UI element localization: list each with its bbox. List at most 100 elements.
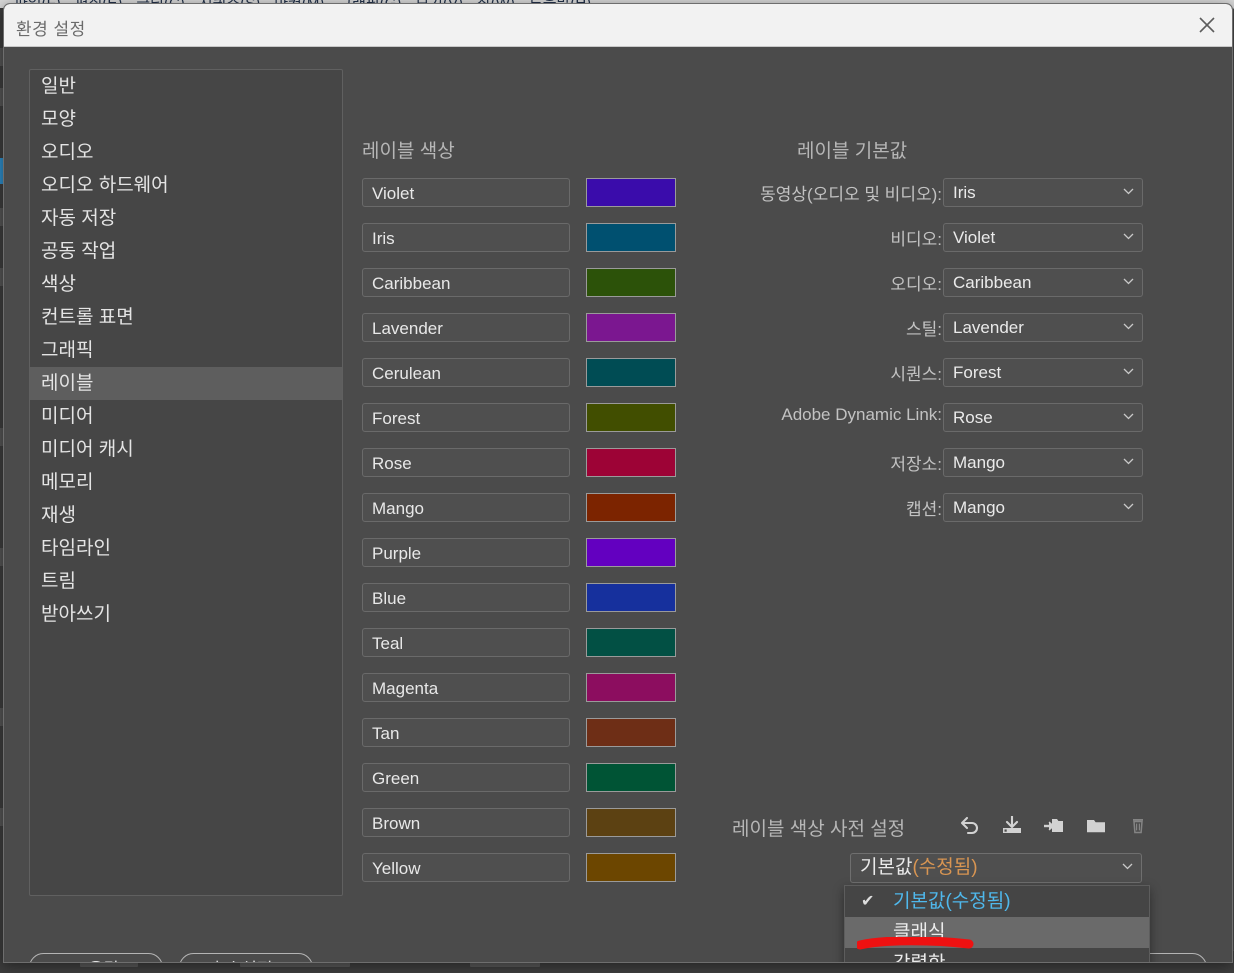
label-default-select[interactable]: Caribbean — [943, 268, 1143, 297]
sidebar-item-label: 메모리 — [41, 472, 94, 493]
label-color-row: Brown — [362, 808, 678, 853]
sidebar-item-12[interactable]: 메모리 — [30, 466, 342, 499]
label-color-row: Lavender — [362, 313, 678, 358]
label-default-row: 동영상(오디오 및 비디오): Iris — [704, 178, 1154, 223]
preset-menu-item-label: 강렬한 — [893, 953, 945, 962]
preset-menu-item[interactable]: ✔ 기본값(수정됨) — [845, 886, 1149, 917]
sidebar-item-1[interactable]: 모양 — [30, 103, 342, 136]
label-color-swatch[interactable] — [586, 493, 676, 522]
sidebar-item-11[interactable]: 미디어 캐시 — [30, 433, 342, 466]
sidebar-item-15[interactable]: 트림 — [30, 565, 342, 598]
label-color-swatch[interactable] — [586, 358, 676, 387]
label-default-value: Iris — [953, 183, 976, 202]
label-color-row: Yellow — [362, 853, 678, 898]
label-color-swatch[interactable] — [586, 268, 676, 297]
import-preset-icon[interactable] — [998, 811, 1026, 839]
label-color-swatch[interactable] — [586, 313, 676, 342]
label-color-swatch[interactable] — [586, 178, 676, 207]
label-default-select[interactable]: Forest — [943, 358, 1143, 387]
label-default-value: Caribbean — [953, 273, 1032, 292]
sidebar-item-label: 레이블 — [41, 373, 94, 394]
label-color-swatch[interactable] — [586, 628, 676, 657]
reset-button[interactable]: 다시 설정... — [179, 953, 313, 962]
sidebar-item-2[interactable]: 오디오 — [30, 136, 342, 169]
label-default-select[interactable]: Mango — [943, 493, 1143, 522]
label-default-select[interactable]: Rose — [943, 403, 1143, 432]
label-color-swatch[interactable] — [586, 403, 676, 432]
label-color-name-input[interactable]: Green — [362, 763, 570, 792]
label-color-swatch[interactable] — [586, 538, 676, 567]
preset-select[interactable]: 기본값(수정됨) — [850, 853, 1142, 883]
sidebar-item-3[interactable]: 오디오 하드웨어 — [30, 169, 342, 202]
label-default-select[interactable]: Iris — [943, 178, 1143, 207]
label-color-row: Forest — [362, 403, 678, 448]
sidebar-item-label: 자동 저장 — [41, 208, 117, 229]
label-color-swatch[interactable] — [586, 223, 676, 252]
label-color-row: Mango — [362, 493, 678, 538]
label-color-name-input[interactable]: Caribbean — [362, 268, 570, 297]
label-default-label: 시퀀스: — [890, 365, 942, 384]
label-color-name-input[interactable]: Violet — [362, 178, 570, 207]
preset-dropdown-menu[interactable]: ✔기본값(수정됨)클래식강렬한편집 — [844, 885, 1150, 962]
label-default-label: 캡션: — [905, 500, 942, 519]
label-default-select[interactable]: Lavender — [943, 313, 1143, 342]
export-preset-icon[interactable] — [1040, 811, 1068, 839]
preferences-dialog: 환경 설정 일반 모양 오디오 오디오 하드웨어자동 저장공동 작업색상컨트롤 표면그… — [3, 3, 1233, 963]
preset-menu-item[interactable]: 강렬한 — [845, 948, 1149, 962]
preset-menu-item-label: 기본값(수정됨) — [893, 891, 1011, 912]
sidebar-item-label: 공동 작업 — [41, 241, 117, 262]
label-default-row: 저장소: Mango — [704, 448, 1154, 493]
sidebar-item-13[interactable]: 재생 — [30, 499, 342, 532]
sidebar-item-label: 색상 — [41, 274, 76, 295]
sidebar-item-8[interactable]: 그래픽 — [30, 334, 342, 367]
label-color-swatch[interactable] — [586, 718, 676, 747]
sidebar-item-7[interactable]: 컨트롤 표면 — [30, 301, 342, 334]
label-color-name-input[interactable]: Lavender — [362, 313, 570, 342]
sidebar-item-10[interactable]: 미디어 — [30, 400, 342, 433]
help-button[interactable]: 도움말 — [29, 953, 163, 962]
sidebar-item-0[interactable]: 일반 — [30, 70, 342, 103]
chevron-down-icon — [1123, 413, 1134, 420]
label-color-row: Teal — [362, 628, 678, 673]
sidebar-item-14[interactable]: 타임라인 — [30, 532, 342, 565]
label-default-value: Rose — [953, 408, 993, 427]
dialog-title: 환경 설정 — [16, 20, 86, 39]
label-color-swatch[interactable] — [586, 763, 676, 792]
label-default-select[interactable]: Mango — [943, 448, 1143, 477]
sidebar-item-4[interactable]: 자동 저장 — [30, 202, 342, 235]
sidebar-item-6[interactable]: 색상 — [30, 268, 342, 301]
chevron-down-icon — [1123, 503, 1134, 510]
sidebar-item-9[interactable]: 레이블 — [30, 367, 342, 400]
label-color-name-input[interactable]: Magenta — [362, 673, 570, 702]
preset-menu-item[interactable]: 클래식 — [845, 917, 1149, 948]
label-color-name-input[interactable]: Blue — [362, 583, 570, 612]
label-color-name-input[interactable]: Tan — [362, 718, 570, 747]
chevron-down-icon — [1123, 323, 1134, 330]
label-color-name-input[interactable]: Iris — [362, 223, 570, 252]
label-color-name-input[interactable]: Mango — [362, 493, 570, 522]
label-default-select[interactable]: Violet — [943, 223, 1143, 252]
label-color-swatch[interactable] — [586, 448, 676, 477]
folder-icon[interactable] — [1082, 811, 1110, 839]
label-color-swatch[interactable] — [586, 673, 676, 702]
undo-icon[interactable] — [956, 811, 984, 839]
sidebar-item-16[interactable]: 받아쓰기 — [30, 598, 342, 631]
label-color-swatch[interactable] — [586, 583, 676, 612]
sidebar-item-5[interactable]: 공동 작업 — [30, 235, 342, 268]
label-color-row: Caribbean — [362, 268, 678, 313]
label-color-name-input[interactable]: Forest — [362, 403, 570, 432]
label-color-name-input[interactable]: Rose — [362, 448, 570, 477]
close-icon[interactable] — [1190, 8, 1224, 42]
sidebar-item-label: 재생 — [41, 505, 76, 526]
label-color-swatch[interactable] — [586, 853, 676, 882]
label-color-name-input[interactable]: Yellow — [362, 853, 570, 882]
category-sidebar[interactable]: 일반 모양 오디오 오디오 하드웨어자동 저장공동 작업색상컨트롤 표면그래픽레이블미… — [29, 69, 343, 896]
label-color-name-input[interactable]: Teal — [362, 628, 570, 657]
preset-toolbar: 레이블 색상 사전 설정 — [704, 809, 1154, 845]
label-color-name-input[interactable]: Purple — [362, 538, 570, 567]
label-default-row: 시퀀스: Forest — [704, 358, 1154, 403]
sidebar-item-label: 컨트롤 표면 — [41, 307, 134, 328]
label-color-name-input[interactable]: Cerulean — [362, 358, 570, 387]
label-color-name-input[interactable]: Brown — [362, 808, 570, 837]
label-color-swatch[interactable] — [586, 808, 676, 837]
